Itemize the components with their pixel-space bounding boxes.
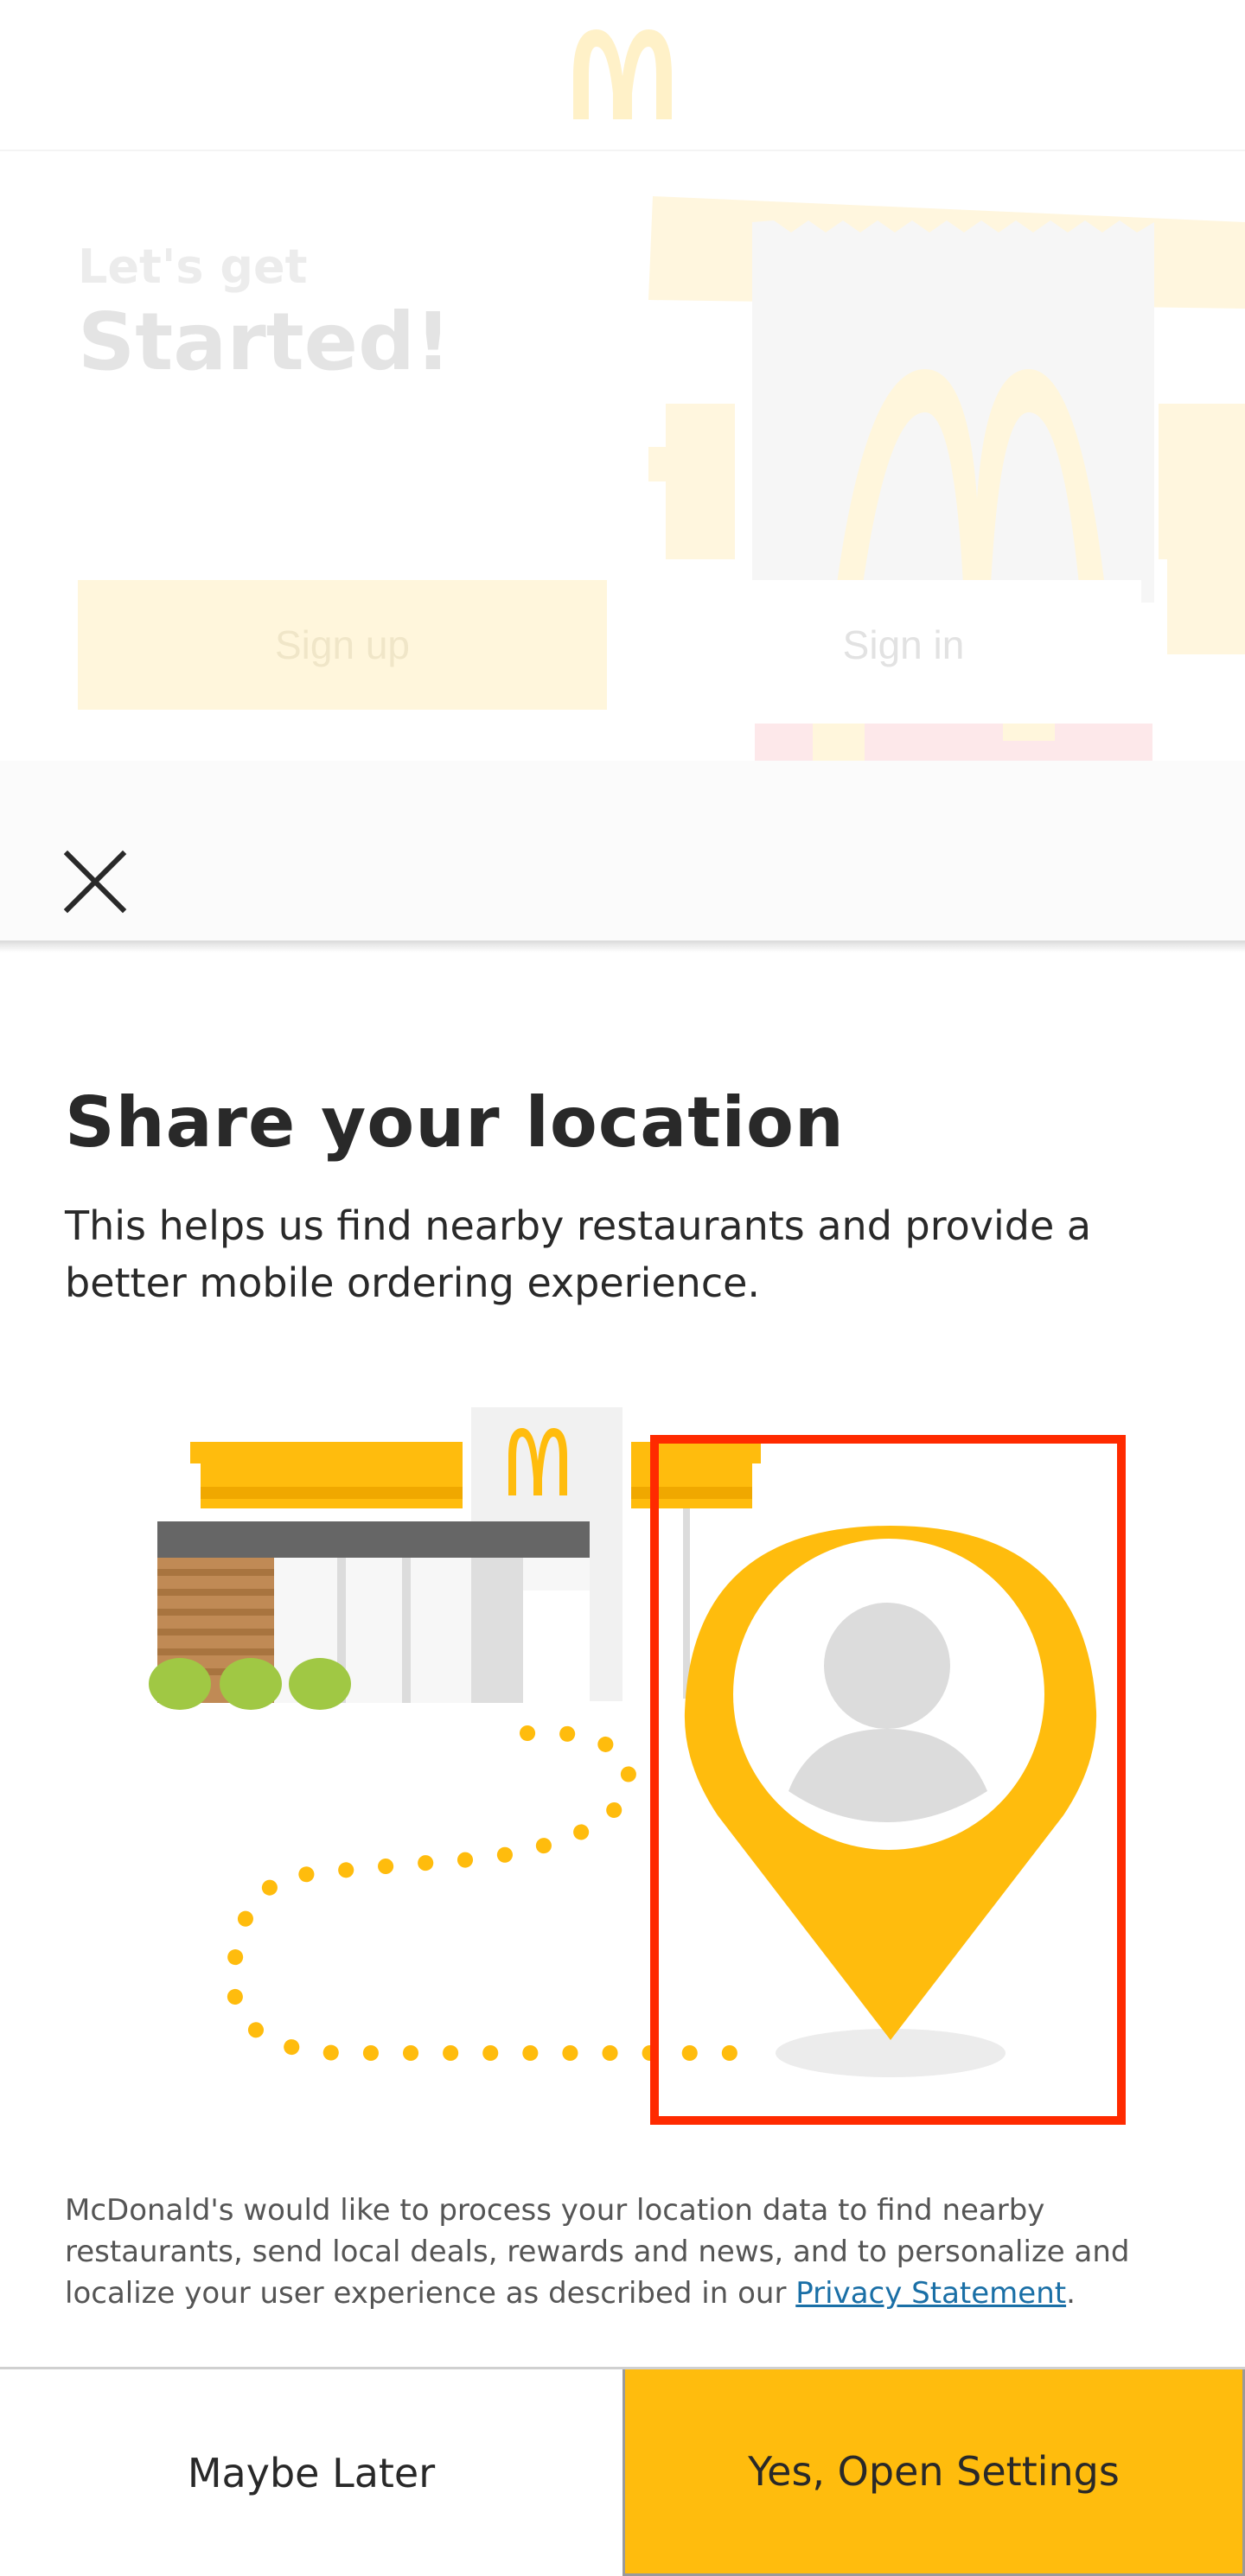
restaurant-illustration xyxy=(149,1407,761,1710)
location-illustration xyxy=(149,1407,1126,2125)
signin-button[interactable]: Sign in xyxy=(666,580,1141,710)
close-icon[interactable] xyxy=(61,847,130,916)
privacy-statement-link[interactable]: Privacy Statement xyxy=(795,2276,1066,2311)
app-header xyxy=(0,0,1245,151)
open-settings-button[interactable]: Yes, Open Settings xyxy=(622,2369,1245,2576)
modal-description: This helps us find nearby restaurants an… xyxy=(65,1202,1092,1306)
background-page: Let's get Started! Sign up Sign in xyxy=(0,0,1245,761)
maybe-later-button[interactable]: Maybe Later xyxy=(0,2369,622,2576)
consent-end: . xyxy=(1066,2276,1076,2311)
modal-footer: Maybe Later Yes, Open Settings xyxy=(0,2367,1245,2576)
hero-eyebrow: Let's get xyxy=(78,239,308,294)
location-pin-icon xyxy=(684,1526,1097,2040)
signup-button[interactable]: Sign up xyxy=(78,580,607,710)
dotted-route xyxy=(225,1725,751,2061)
modal-title: Share your location xyxy=(65,1082,845,1163)
golden-arches-logo xyxy=(573,29,672,119)
modal-top-bar xyxy=(0,761,1245,942)
hero-section: Let's get Started! Sign up Sign in xyxy=(0,153,1245,761)
modal-divider xyxy=(0,940,1245,953)
hero-title: Started! xyxy=(78,296,451,388)
consent-text: McDonald's would like to process your lo… xyxy=(65,2190,1189,2314)
